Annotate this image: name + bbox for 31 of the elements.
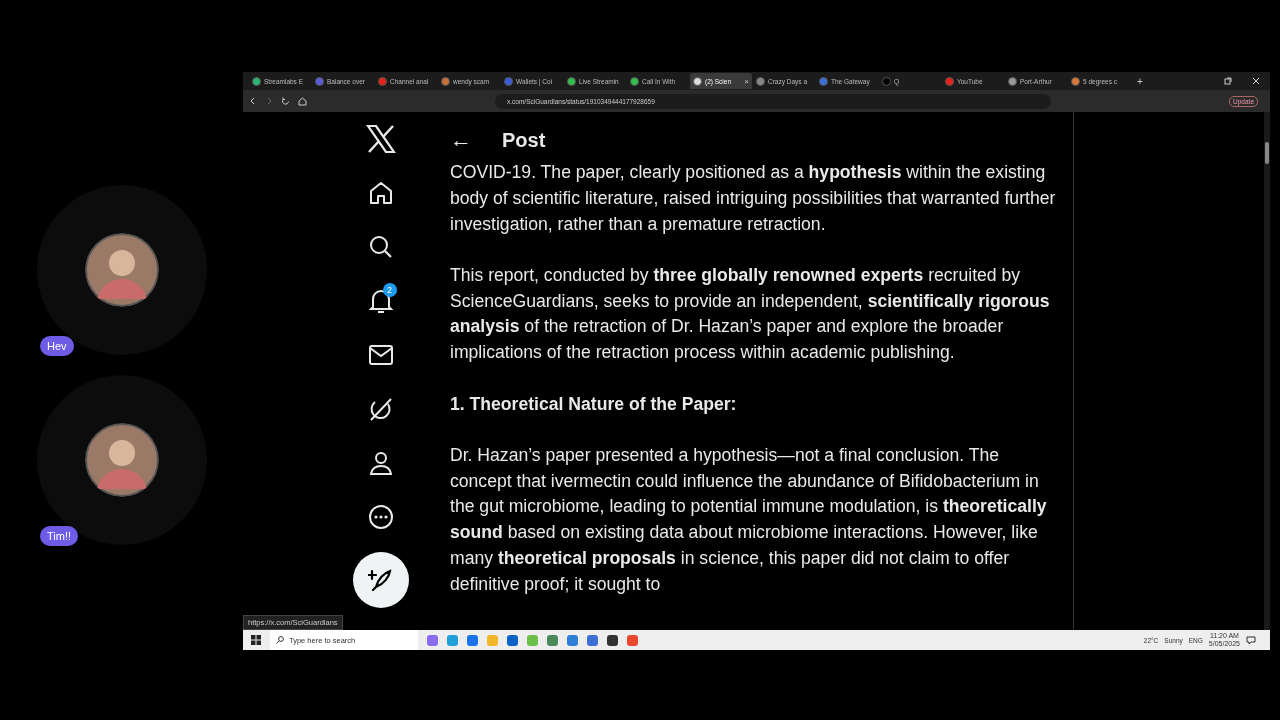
participant-name: Hev	[40, 336, 74, 356]
x-logo-icon[interactable]	[365, 125, 396, 153]
back-icon[interactable]	[249, 97, 257, 105]
page-title: Post	[502, 128, 546, 152]
home-icon[interactable]	[298, 96, 307, 106]
notification-icon[interactable]	[1246, 635, 1256, 645]
search-icon	[276, 636, 284, 644]
new-tab-button[interactable]: +	[1137, 75, 1143, 87]
close-icon[interactable]	[1252, 77, 1260, 85]
profile-icon[interactable]	[367, 450, 394, 476]
windows-start-icon[interactable]	[251, 635, 261, 645]
post-paragraph: This report, conducted by three globally renowned experts recruited by ScienceGuardians, seeks to provide an independent, scientifically rigorous analysis of the retraction of Dr. Hazan’s paper and explore the broader implications of the retraction process within academic publishing.	[450, 263, 1051, 365]
mail-icon[interactable]	[367, 344, 394, 366]
taskbar-app-icon[interactable]	[607, 634, 618, 646]
home-icon[interactable]	[367, 180, 394, 206]
post-paragraph: COVID-19. The paper, clearly positioned as a hypothesis within the existing body of scientific literature, raised intriguing possibilities that warranted further investigation, rather than a premature retraction.	[450, 161, 1057, 236]
participant-name: Tim!!	[40, 526, 79, 546]
taskbar-app-icon[interactable]	[507, 634, 518, 646]
back-button[interactable]: ←	[450, 127, 472, 153]
restore-icon[interactable]	[1224, 77, 1232, 85]
search-icon[interactable]	[367, 234, 394, 260]
scrollbar[interactable]	[1264, 112, 1270, 630]
more-icon[interactable]	[367, 504, 394, 530]
section-heading: 1. Theoretical Nature of the Paper:	[450, 392, 738, 416]
reload-icon[interactable]	[281, 96, 290, 106]
forward-icon[interactable]	[265, 97, 273, 105]
notification-badge: 2	[382, 283, 397, 297]
bell-icon[interactable]	[367, 287, 394, 315]
feather-plus-icon	[367, 567, 394, 593]
post-paragraph: Dr. Hazan’s paper presented a hypothesis—not a final conclusion. The concept that ivermectin could influence the abundance of Bifidobacterium in the gut microbiome, leading to potential immune modulation, is theoretically sound based on existing data about microbiome interactions. However, like many theoretical proposals in science, this paper did not claim to offer definitive proof; it sought to	[450, 443, 1048, 596]
slashed-circle-icon[interactable]	[367, 396, 394, 422]
